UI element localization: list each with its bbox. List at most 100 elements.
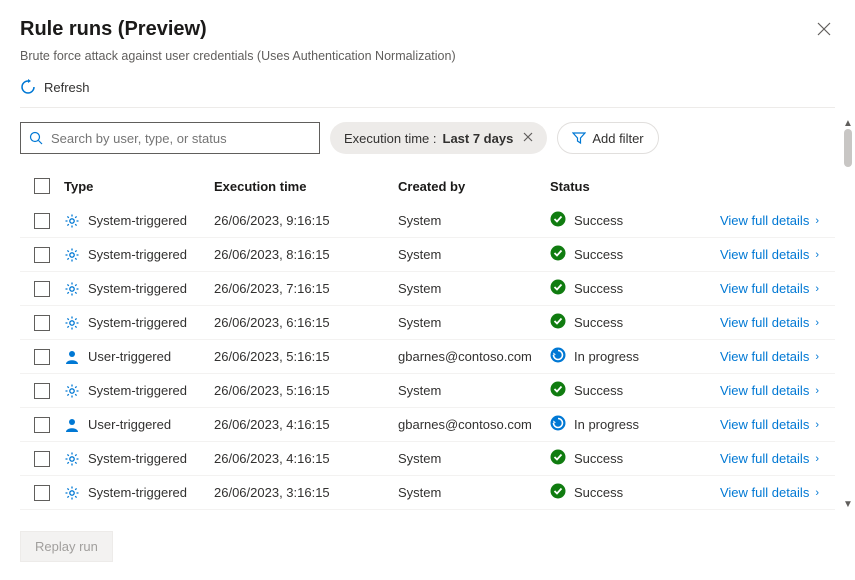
scroll-thumb[interactable] (844, 129, 852, 167)
row-checkbox[interactable] (34, 315, 50, 331)
table-row[interactable]: System-triggered26/06/2023, 8:16:15Syste… (20, 238, 835, 272)
add-filter-button[interactable]: Add filter (557, 122, 658, 154)
created-by-cell: gbarnes@contoso.com (398, 417, 550, 432)
replay-run-button[interactable]: Replay run (20, 531, 113, 562)
gear-icon (64, 247, 80, 263)
user-icon (64, 349, 80, 365)
row-checkbox[interactable] (34, 383, 50, 399)
close-icon (523, 132, 533, 142)
view-full-details-link[interactable]: View full details› (678, 213, 835, 228)
execution-time-cell: 26/06/2023, 6:16:15 (214, 315, 398, 330)
search-input-wrapper[interactable] (20, 122, 320, 154)
chevron-right-icon: › (815, 283, 819, 295)
type-label: System-triggered (88, 451, 187, 466)
table-row[interactable]: System-triggered26/06/2023, 5:16:15Syste… (20, 374, 835, 408)
type-label: System-triggered (88, 247, 187, 262)
status-label: Success (574, 383, 623, 398)
type-label: System-triggered (88, 383, 187, 398)
success-icon (550, 279, 566, 298)
row-checkbox[interactable] (34, 281, 50, 297)
view-full-details-link[interactable]: View full details› (678, 281, 835, 296)
created-by-cell: System (398, 485, 550, 500)
created-by-cell: System (398, 213, 550, 228)
chevron-right-icon: › (815, 351, 819, 363)
scrollbar[interactable]: ▲ ▼ (843, 118, 853, 510)
gear-icon (64, 485, 80, 501)
view-full-details-link[interactable]: View full details› (678, 451, 835, 466)
col-created-by[interactable]: Created by (398, 179, 550, 194)
row-checkbox[interactable] (34, 485, 50, 501)
success-icon (550, 211, 566, 230)
created-by-cell: System (398, 247, 550, 262)
status-label: Success (574, 213, 623, 228)
user-icon (64, 417, 80, 433)
created-by-cell: System (398, 451, 550, 466)
view-full-details-link[interactable]: View full details› (678, 315, 835, 330)
view-full-details-link[interactable]: View full details› (678, 485, 835, 500)
table-row[interactable]: System-triggered 26/06/2023, 4:16:15Syste… (20, 442, 835, 476)
col-type[interactable]: Type (64, 179, 214, 194)
status-label: In progress (574, 349, 639, 364)
table-row[interactable]: System-triggered26/06/2023, 9:16:15Syste… (20, 204, 835, 238)
status-label: Success (574, 315, 623, 330)
table-row[interactable]: User-triggered 26/06/2023, 5:16:15gbarnes… (20, 340, 835, 374)
status-label: Success (574, 485, 623, 500)
scroll-up-icon[interactable]: ▲ (843, 118, 853, 129)
chevron-right-icon: › (815, 419, 819, 431)
execution-filter-prefix: Execution time : (344, 131, 437, 146)
chevron-right-icon: › (815, 317, 819, 329)
view-full-details-link[interactable]: View full details› (678, 247, 835, 262)
gear-icon (64, 213, 80, 229)
gear-icon (64, 281, 80, 297)
execution-time-cell: 26/06/2023, 4:16:15 (214, 417, 398, 432)
execution-time-filter-chip[interactable]: Execution time : Last 7 days (330, 122, 547, 154)
created-by-cell: gbarnes@contoso.com (398, 349, 550, 364)
close-icon (817, 22, 831, 36)
success-icon (550, 483, 566, 502)
row-checkbox[interactable] (34, 247, 50, 263)
row-checkbox[interactable] (34, 417, 50, 433)
funnel-icon (572, 131, 586, 145)
execution-filter-clear[interactable] (519, 131, 533, 145)
view-full-details-link[interactable]: View full details› (678, 417, 835, 432)
table-row[interactable]: System-triggered26/06/2023, 3:16:15Syste… (20, 476, 835, 510)
refresh-button[interactable]: Refresh (20, 77, 90, 97)
chevron-right-icon: › (815, 453, 819, 465)
search-input[interactable] (51, 131, 311, 146)
row-checkbox[interactable] (34, 213, 50, 229)
col-status[interactable]: Status (550, 179, 678, 194)
type-label: System-triggered (88, 315, 187, 330)
execution-time-cell: 26/06/2023, 3:16:15 (214, 485, 398, 500)
chevron-right-icon: › (815, 249, 819, 261)
execution-time-cell: 26/06/2023, 9:16:15 (214, 213, 398, 228)
col-execution-time[interactable]: Execution time (214, 179, 398, 194)
success-icon (550, 245, 566, 264)
close-button[interactable] (813, 18, 835, 45)
status-label: Success (574, 247, 623, 262)
table-row[interactable]: System-triggered26/06/2023, 7:16:15Syste… (20, 272, 835, 306)
type-label: User-triggered (88, 349, 171, 364)
table-row[interactable]: User-triggered 26/06/2023, 4:16:15gbarnes… (20, 408, 835, 442)
view-full-details-link[interactable]: View full details› (678, 383, 835, 398)
refresh-icon (20, 79, 36, 95)
created-by-cell: System (398, 315, 550, 330)
in-progress-icon (550, 415, 566, 434)
table-row[interactable]: System-triggered 26/06/2023, 6:16:15Syste… (20, 306, 835, 340)
gear-icon (64, 315, 80, 331)
view-full-details-link[interactable]: View full details› (678, 349, 835, 364)
type-label: System-triggered (88, 281, 187, 296)
execution-time-cell: 26/06/2023, 7:16:15 (214, 281, 398, 296)
chevron-right-icon: › (815, 215, 819, 227)
row-checkbox[interactable] (34, 349, 50, 365)
gear-icon (64, 383, 80, 399)
type-label: User-triggered (88, 417, 171, 432)
execution-time-cell: 26/06/2023, 5:16:15 (214, 349, 398, 364)
scroll-down-icon[interactable]: ▼ (843, 499, 853, 510)
success-icon (550, 381, 566, 400)
execution-time-cell: 26/06/2023, 5:16:15 (214, 383, 398, 398)
select-all-checkbox[interactable] (34, 178, 50, 194)
chevron-right-icon: › (815, 487, 819, 499)
success-icon (550, 313, 566, 332)
execution-time-cell: 26/06/2023, 4:16:15 (214, 451, 398, 466)
row-checkbox[interactable] (34, 451, 50, 467)
